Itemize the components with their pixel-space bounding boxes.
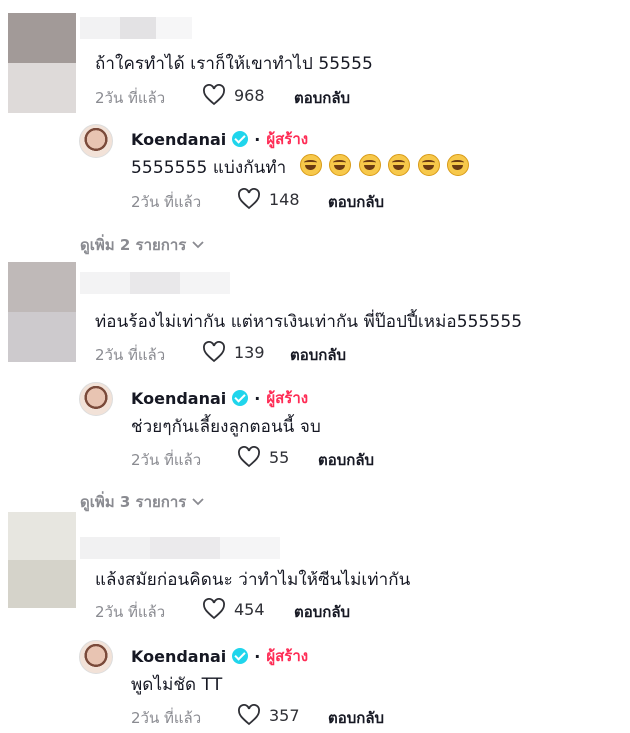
laughing-emoji-icon bbox=[447, 154, 470, 176]
view-more-replies[interactable]: ดูเพิ่ม 3 รายการ bbox=[80, 490, 204, 514]
view-more-label: ดูเพิ่ม 3 รายการ bbox=[80, 493, 187, 511]
comment-text: ท่อนร้องไม่เท่ากัน แต่หารเงินเท่ากัน พี่… bbox=[95, 312, 523, 332]
heart-icon bbox=[203, 341, 225, 363]
heart-icon bbox=[238, 704, 260, 726]
comment-text: ถ้าใครทำได้ เราก็ให้เขาทำไป 55555 bbox=[95, 54, 373, 74]
avatar[interactable] bbox=[8, 262, 76, 362]
reply-button[interactable]: ตอบกลับ bbox=[294, 600, 350, 624]
reply-button[interactable]: ตอบกลับ bbox=[318, 448, 374, 472]
like-button[interactable]: 968 bbox=[202, 84, 265, 106]
creator-avatar[interactable] bbox=[79, 640, 113, 674]
reply-timestamp: 2วัน ที่แล้ว bbox=[131, 709, 202, 727]
like-count: 357 bbox=[269, 705, 300, 725]
reply-button[interactable]: ตอบกลับ bbox=[294, 86, 350, 110]
creator-username[interactable]: Koendanai bbox=[131, 130, 226, 149]
chevron-down-icon bbox=[192, 498, 204, 506]
verified-badge-icon bbox=[232, 390, 249, 406]
heart-icon bbox=[238, 446, 260, 468]
reply-text-content: 5555555 แบ่งกันทำ bbox=[131, 158, 287, 178]
creator-name-row: Koendanai · ผู้สร้าง bbox=[131, 644, 308, 668]
like-count: 968 bbox=[234, 85, 265, 105]
username-redacted bbox=[80, 537, 280, 559]
username-redacted bbox=[80, 17, 192, 39]
heart-icon bbox=[203, 598, 225, 620]
laughing-emoji-icon bbox=[299, 154, 322, 176]
verified-badge-icon bbox=[232, 131, 249, 147]
comment-timestamp: 2วัน ที่แล้ว bbox=[95, 603, 166, 621]
like-count: 454 bbox=[234, 599, 265, 619]
avatar[interactable] bbox=[8, 512, 76, 608]
reply-text: พูดไม่ชัด TT bbox=[131, 675, 223, 695]
laughing-emoji-icon bbox=[388, 154, 411, 176]
laughing-emoji-icon bbox=[329, 154, 352, 176]
reply-button[interactable]: ตอบกลับ bbox=[290, 343, 346, 367]
reply-timestamp: 2วัน ที่แล้ว bbox=[131, 451, 202, 469]
creator-username[interactable]: Koendanai bbox=[131, 389, 226, 408]
verified-badge-icon bbox=[232, 648, 249, 664]
laughing-emoji-icon bbox=[358, 154, 381, 176]
reply-button[interactable]: ตอบกลับ bbox=[328, 190, 384, 214]
creator-username[interactable]: Koendanai bbox=[131, 647, 226, 666]
like-button[interactable]: 55 bbox=[237, 446, 289, 468]
view-more-label: ดูเพิ่ม 2 รายการ bbox=[80, 236, 187, 254]
like-button[interactable]: 139 bbox=[202, 341, 265, 363]
like-button[interactable]: 357 bbox=[237, 704, 300, 726]
reply-text: ช่วยๆกันเลี้ยงลูกตอนนี้ จบ bbox=[131, 417, 321, 437]
view-more-replies[interactable]: ดูเพิ่ม 2 รายการ bbox=[80, 233, 204, 257]
reply-text: 5555555 แบ่งกันทำ bbox=[131, 154, 470, 181]
laughing-emoji-icon bbox=[417, 154, 440, 176]
creator-badge: ผู้สร้าง bbox=[266, 130, 309, 148]
comment-text: แล้งสมัยก่อนคิดนะ ว่าทำไมให้ซีนไม่เท่ากั… bbox=[95, 570, 411, 590]
chevron-down-icon bbox=[192, 241, 204, 249]
emoji-row bbox=[298, 154, 470, 178]
reply-timestamp: 2วัน ที่แล้ว bbox=[131, 193, 202, 211]
creator-avatar[interactable] bbox=[79, 382, 113, 416]
comment-timestamp: 2วัน ที่แล้ว bbox=[95, 346, 166, 364]
like-count: 148 bbox=[269, 189, 300, 209]
username-redacted bbox=[80, 272, 230, 294]
comment-timestamp: 2วัน ที่แล้ว bbox=[95, 89, 166, 107]
like-count: 55 bbox=[269, 447, 290, 467]
reply-button[interactable]: ตอบกลับ bbox=[328, 706, 384, 730]
creator-badge: ผู้สร้าง bbox=[266, 389, 309, 407]
like-count: 139 bbox=[234, 342, 265, 362]
like-button[interactable]: 148 bbox=[237, 188, 300, 210]
heart-icon bbox=[203, 84, 225, 106]
creator-name-row: Koendanai · ผู้สร้าง bbox=[131, 127, 308, 151]
creator-avatar[interactable] bbox=[79, 124, 113, 158]
avatar[interactable] bbox=[8, 13, 76, 113]
creator-badge: ผู้สร้าง bbox=[266, 647, 309, 665]
like-button[interactable]: 454 bbox=[202, 598, 265, 620]
heart-icon bbox=[238, 188, 260, 210]
creator-name-row: Koendanai · ผู้สร้าง bbox=[131, 386, 308, 410]
